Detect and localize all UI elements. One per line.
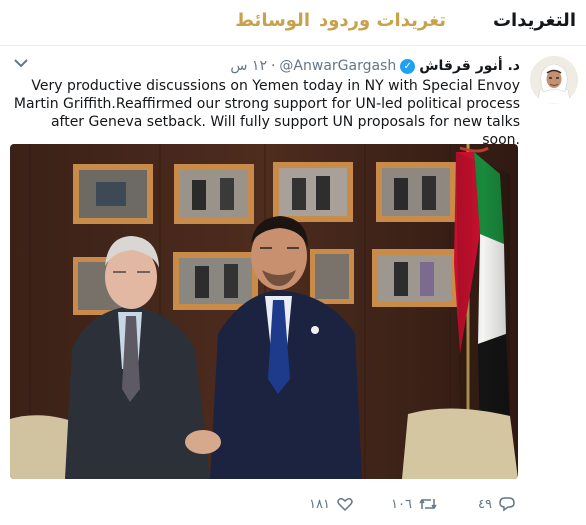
separator: · — [270, 58, 276, 74]
retweet-icon — [418, 495, 438, 513]
like-count: ١٨١ — [309, 496, 330, 512]
profile-tabs: التغريدات تغريدات وردود الوسائط — [0, 0, 586, 46]
tab-media[interactable]: الوسائط — [235, 10, 310, 31]
tweet-text: Very productive discussions on Yemen tod… — [12, 77, 520, 149]
retweet-count: ١٠٦ — [391, 496, 412, 512]
photo-image — [10, 144, 518, 479]
avatar[interactable] — [530, 56, 578, 104]
like-button[interactable]: ١٨١ — [309, 495, 354, 513]
tab-tweets-and-replies[interactable]: تغريدات وردود — [319, 10, 446, 31]
tweet-actions: ٤٩ ١٠٦ ١٨١ — [0, 493, 586, 517]
reply-count: ٤٩ — [478, 496, 492, 512]
chevron-down-icon[interactable] — [14, 56, 28, 72]
retweet-button[interactable]: ١٠٦ — [391, 495, 438, 513]
tweet-text-content: Very productive discussions on Yemen tod… — [13, 78, 520, 148]
author-handle[interactable]: @AnwarGargash — [279, 58, 396, 74]
reply-button[interactable]: ٤٩ — [478, 495, 516, 513]
tab-tweets[interactable]: التغريدات — [493, 10, 576, 31]
tweet-photo[interactable] — [10, 144, 518, 479]
tweet-header: د. أنور قرقاش ✓ @AnwarGargash · ١٢ س — [230, 56, 520, 76]
heart-icon — [336, 495, 354, 513]
tweet-timestamp[interactable]: ١٢ س — [230, 58, 267, 74]
author-name[interactable]: د. أنور قرقاش — [419, 58, 520, 74]
reply-icon — [498, 495, 516, 513]
verified-badge-icon: ✓ — [400, 58, 416, 74]
tweet[interactable]: د. أنور قرقاش ✓ @AnwarGargash · ١٢ س Ver… — [0, 46, 586, 525]
avatar-image — [530, 56, 578, 104]
